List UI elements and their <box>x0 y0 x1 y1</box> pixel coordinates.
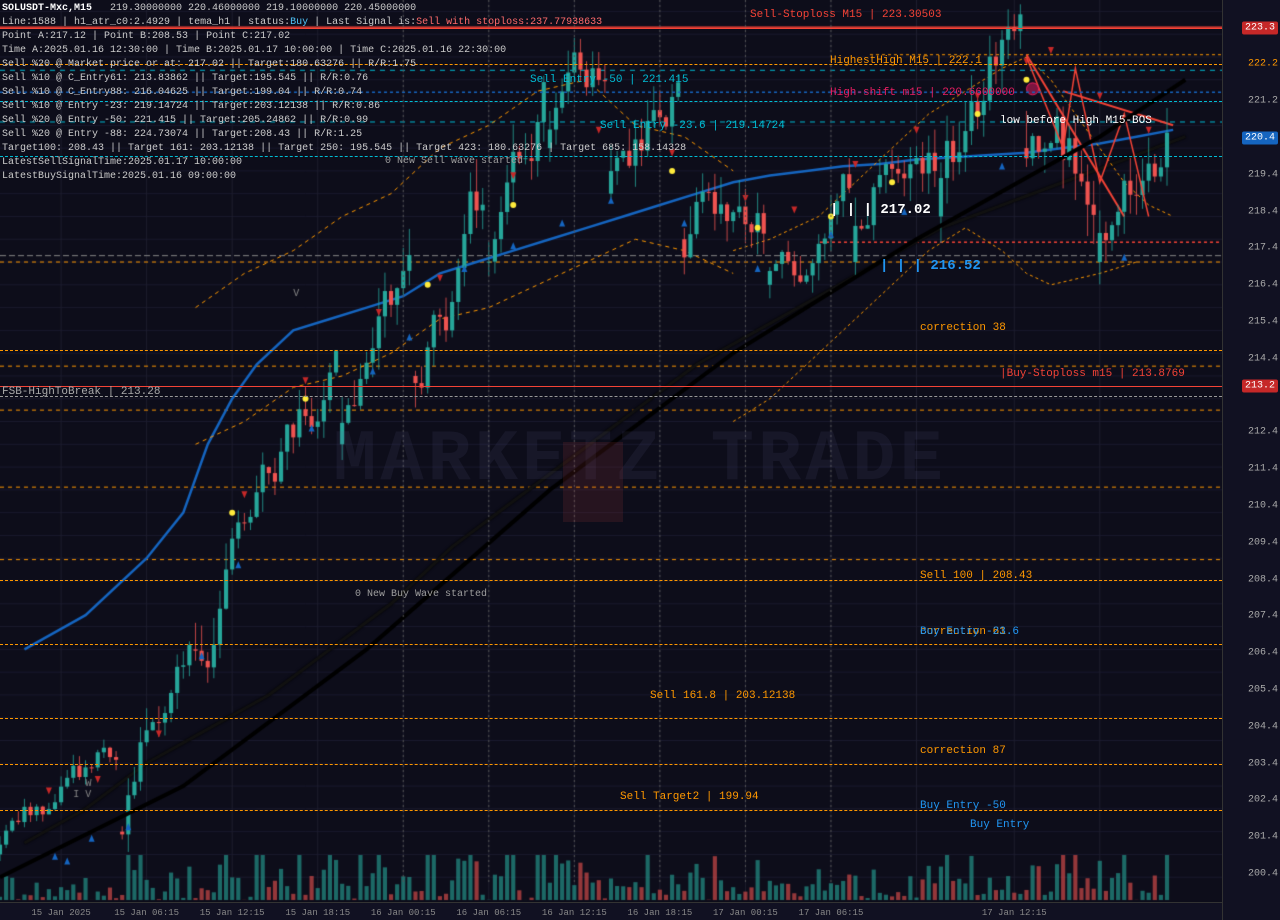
info-line3: Time A:2025.01.16 12:30:00 | Time B:2025… <box>2 44 686 58</box>
price-2132: 213.2 <box>1242 380 1278 393</box>
top-info-panel: SOLUSDT-Mxc,M15 219.30000000 220.4600000… <box>2 2 686 184</box>
info-line1: Line:1588 | h1_atr_c0:2.4929 | tema_h1 |… <box>2 16 686 30</box>
time-axis: 15 Jan 2025 15 Jan 06:15 15 Jan 12:15 15… <box>0 902 1222 920</box>
price-2014: 201.4 <box>1248 832 1278 843</box>
price-2054: 205.4 <box>1248 685 1278 696</box>
info-line2: Point A:217.12 | Point B:208.53 | Point … <box>2 30 686 44</box>
time-17jan-1215: 17 Jan 12:15 <box>982 908 1047 918</box>
time-17jan-0015: 17 Jan 00:15 <box>713 908 778 918</box>
price-218: 218.4 <box>1248 206 1278 217</box>
price-220: 220.4 <box>1242 132 1278 145</box>
time-16jan-0615: 16 Jan 06:15 <box>456 908 521 918</box>
price-200: 200.4 <box>1248 869 1278 880</box>
price-2034: 203.4 <box>1248 758 1278 769</box>
info-line12: LatestBuySignalTime:2025.01.16 09:00:00 <box>2 170 686 184</box>
info-line8: Sell %20 @ Entry -50: 221.415 || Target:… <box>2 114 686 128</box>
price-2206: 221.2 <box>1248 96 1278 107</box>
price-2104: 210.4 <box>1248 501 1278 512</box>
time-17jan-0615: 17 Jan 06:15 <box>799 908 864 918</box>
info-line7: Sell %10 @ Entry -23: 219.14724 || Targe… <box>2 100 686 114</box>
price-2094: 209.4 <box>1248 537 1278 548</box>
time-15jan-1815: 15 Jan 18:15 <box>285 908 350 918</box>
time-15jan: 15 Jan 2025 <box>31 908 90 918</box>
price-2194: 219.4 <box>1248 169 1278 180</box>
time-16jan-1215: 16 Jan 12:15 <box>542 908 607 918</box>
info-line5: Sell %10 @ C_Entry61: 213.83862 || Targe… <box>2 72 686 86</box>
price-2164: 216.4 <box>1248 280 1278 291</box>
price-2074: 207.4 <box>1248 611 1278 622</box>
price-2114: 211.4 <box>1248 464 1278 475</box>
price-2144: 214.4 <box>1248 353 1278 364</box>
chart-container: MARKETZ TRADE SOLUSDT-Mxc,M15 219.300000… <box>0 0 1280 920</box>
info-line6: Sell %10 @ C_Entry88: 216.04625 || Targe… <box>2 86 686 100</box>
price-2154: 215.4 <box>1248 317 1278 328</box>
price-2124: 212.4 <box>1248 427 1278 438</box>
info-line9: Sell %20 @ Entry -88: 224.73074 || Targe… <box>2 128 686 142</box>
price-2064: 206.4 <box>1248 648 1278 659</box>
time-15jan-0615: 15 Jan 06:15 <box>114 908 179 918</box>
time-15jan-1215: 15 Jan 12:15 <box>200 908 265 918</box>
price-223: 223.3 <box>1242 21 1278 34</box>
time-16jan-0015: 16 Jan 00:15 <box>371 908 436 918</box>
price-axis: 223.3 222.2 221.2 220.4 219.4 218.4 217.… <box>1222 0 1280 920</box>
price-2044: 204.4 <box>1248 721 1278 732</box>
time-16jan-1815: 16 Jan 18:15 <box>627 908 692 918</box>
price-2084: 208.4 <box>1248 574 1278 585</box>
volume-area <box>0 842 1222 902</box>
info-line4: Sell %20 @ Market price or at: 217.02 ||… <box>2 58 686 72</box>
price-2024: 202.4 <box>1248 795 1278 806</box>
info-line11: LatestSellSignalTime:2025.01.17 10:00:00 <box>2 156 686 170</box>
price-2175: 217.4 <box>1248 243 1278 254</box>
symbol-line: SOLUSDT-Mxc,M15 219.30000000 220.4600000… <box>2 2 686 16</box>
info-line10: Target100: 208.43 || Target 161: 203.121… <box>2 142 686 156</box>
price-222: 222.2 <box>1248 59 1278 70</box>
